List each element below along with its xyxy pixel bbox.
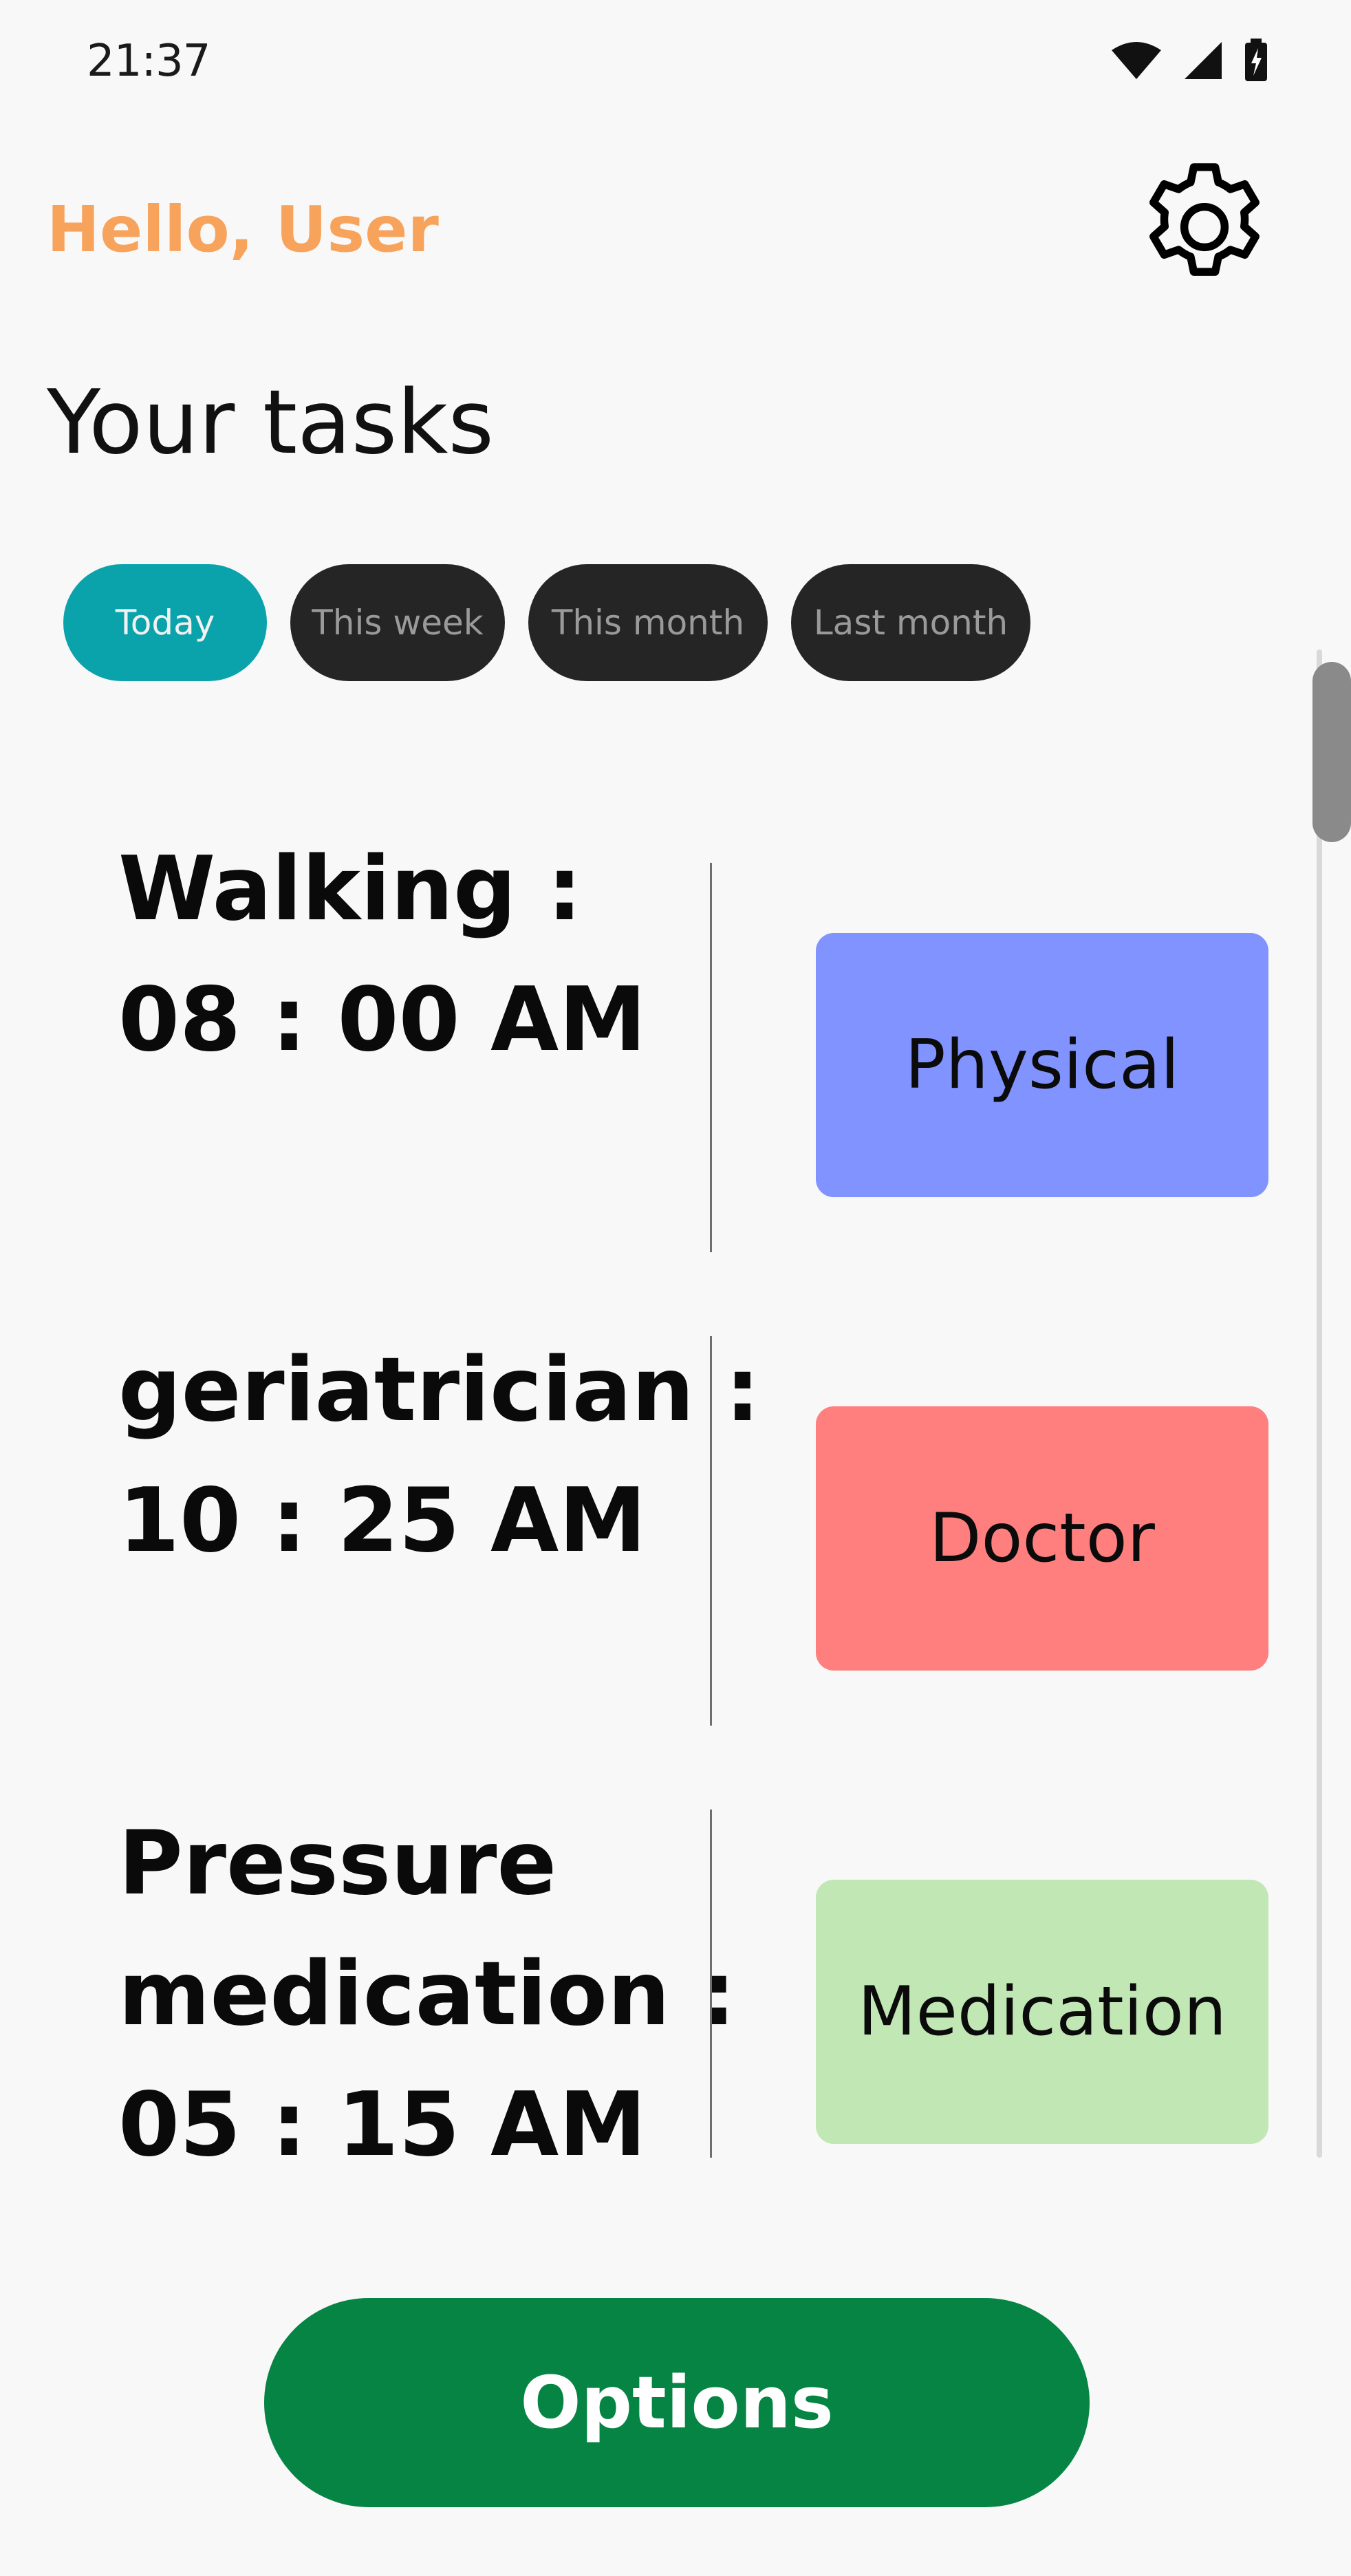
wifi-icon xyxy=(1112,42,1161,79)
task-item[interactable]: Walking : 08 : 00 AM Physical xyxy=(0,824,1307,1299)
status-bar: 21:37 xyxy=(0,0,1351,124)
screen: 21:37 Hello, User Your tasks Today This xyxy=(0,0,1351,2576)
signal-icon xyxy=(1185,42,1222,79)
gear-icon xyxy=(1149,163,1260,276)
task-title: Walking : 08 : 00 AM xyxy=(118,838,647,1071)
task-item[interactable]: geriatrician : 10 : 25 AM Doctor xyxy=(0,1298,1307,1772)
task-item[interactable]: Pressure medication : 05 : 15 AM Medicat… xyxy=(0,1771,1307,2158)
settings-button[interactable] xyxy=(1125,144,1284,310)
category-badge-medication[interactable]: Medication xyxy=(816,1880,1268,2144)
category-badge-doctor[interactable]: Doctor xyxy=(816,1406,1268,1671)
task-divider xyxy=(710,1810,712,2158)
task-divider xyxy=(710,863,712,1252)
battery-charging-icon xyxy=(1245,39,1267,81)
options-button[interactable]: Options xyxy=(264,2298,1090,2507)
task-divider xyxy=(710,1336,712,1726)
task-title: Pressure medication : 05 : 15 AM xyxy=(118,1812,736,2158)
chip-this-week[interactable]: This week xyxy=(290,564,505,681)
greeting-text: Hello, User xyxy=(47,193,439,266)
chip-last-month[interactable]: Last month xyxy=(791,564,1030,681)
chip-today[interactable]: Today xyxy=(63,564,267,681)
chip-this-month[interactable]: This month xyxy=(528,564,768,681)
filter-chips: Today This week This month Last month xyxy=(63,564,1030,681)
status-time: 21:37 xyxy=(87,36,210,87)
page-title: Your tasks xyxy=(47,372,495,474)
task-title: geriatrician : 10 : 25 AM xyxy=(118,1339,760,1572)
category-badge-physical[interactable]: Physical xyxy=(816,933,1268,1197)
status-icons xyxy=(1110,39,1268,83)
task-list[interactable]: Walking : 08 : 00 AM Physical geriatrici… xyxy=(0,777,1351,2158)
